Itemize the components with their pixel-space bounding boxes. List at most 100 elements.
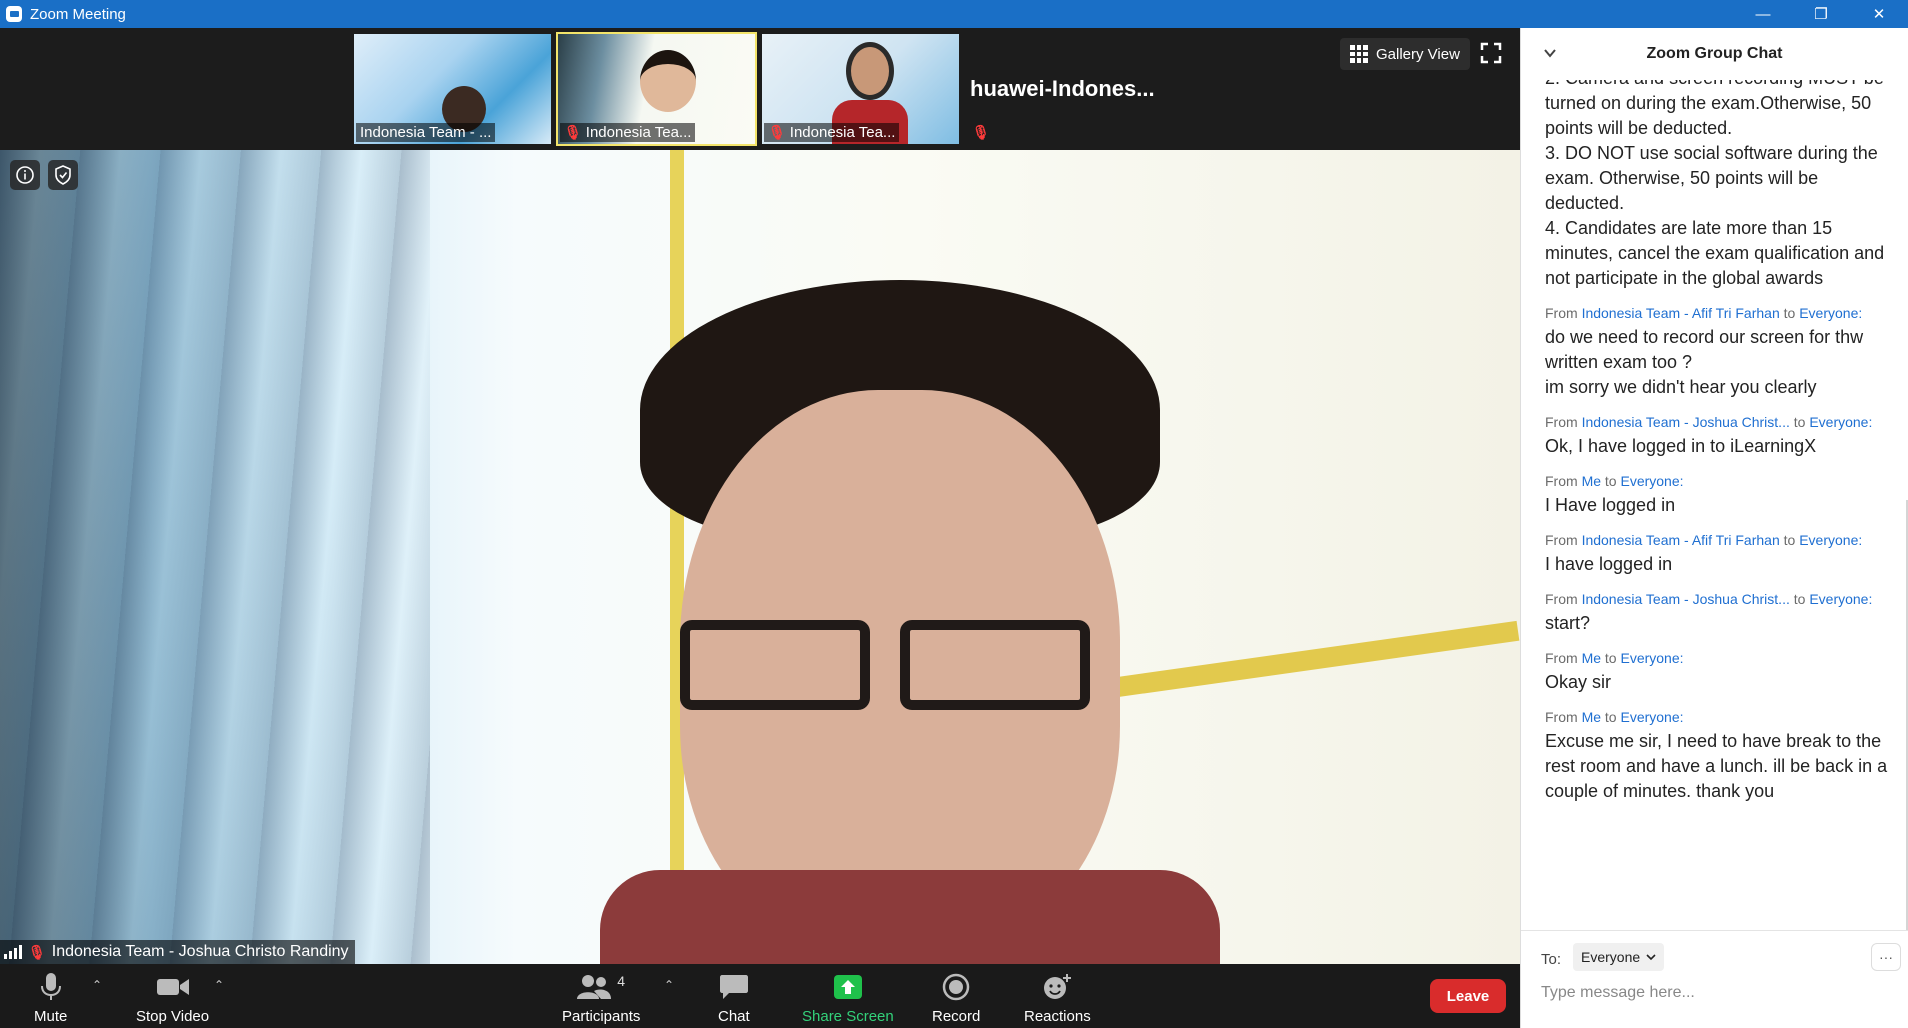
window-frame — [670, 150, 684, 964]
recipient-value: Everyone — [1581, 949, 1641, 965]
zoom-app-icon — [6, 6, 22, 22]
chat-messages[interactable]: 2. Camera and screen recording MUST be t… — [1521, 80, 1908, 930]
record-button[interactable]: Record — [932, 970, 980, 1025]
restore-button[interactable]: ❐ — [1792, 0, 1850, 28]
stop-video-button[interactable]: Stop Video — [136, 970, 209, 1025]
mic-muted-icon: 🎙︎ — [564, 124, 582, 140]
reactions-button[interactable]: Reactions — [1024, 970, 1091, 1025]
chevron-down-icon — [1646, 954, 1656, 961]
to-word: to — [1604, 650, 1617, 666]
chat-header: Zoom Group Chat — [1521, 28, 1908, 80]
title-bar: Zoom Meeting — ❐ ✕ — [0, 0, 1908, 28]
thumbnail-name: Indonesia Tea... — [789, 124, 896, 141]
participant-thumbnail[interactable]: 🎙︎ Indonesia Tea... — [760, 32, 961, 146]
record-label: Record — [932, 1008, 981, 1025]
fullscreen-icon[interactable] — [1480, 42, 1502, 64]
window-title: Zoom Meeting — [30, 5, 126, 23]
gallery-view-button[interactable]: Gallery View — [1340, 38, 1470, 70]
participants-options-caret[interactable]: ⌃ — [664, 978, 674, 992]
chat-message-meta: From Indonesia Team - Joshua Christ... t… — [1545, 589, 1889, 609]
to-label: To: — [1541, 951, 1562, 968]
speaker-name-tag: 🎙︎ Indonesia Team - Joshua Christo Randi… — [0, 940, 355, 964]
mute-label: Mute — [34, 1008, 68, 1025]
chat-message-text: Excuse me sir, I need to have break to t… — [1545, 731, 1888, 801]
chat-message: From Indonesia Team - Joshua Christ... t… — [1545, 589, 1889, 636]
chat-message: From Indonesia Team - Afif Tri Farhan to… — [1545, 303, 1889, 400]
close-window-button[interactable]: ✕ — [1850, 0, 1908, 28]
chat-message-meta: From Indonesia Team - Afif Tri Farhan to… — [1545, 530, 1889, 550]
participant-display-name: huawei-Indones... — [970, 76, 1155, 101]
chat-message-text: I Have logged in — [1545, 495, 1676, 515]
from-word: From — [1545, 473, 1578, 489]
sender-name[interactable]: Indonesia Team - Joshua Christ... — [1582, 591, 1790, 607]
chat-message-text: do we need to record our screen for thw … — [1545, 327, 1864, 397]
recipient-name: Everyone: — [1620, 473, 1684, 489]
glasses-right — [900, 620, 1090, 710]
sender-name[interactable]: Indonesia Team - Afif Tri Farhan — [1582, 305, 1780, 321]
chat-message: From Indonesia Team - Afif Tri Farhan to… — [1545, 530, 1889, 577]
more-options-button[interactable]: ··· — [1871, 943, 1901, 971]
participants-button[interactable]: 4 Participants — [562, 970, 640, 1025]
chat-bubble-icon — [719, 975, 748, 999]
sender-name[interactable]: Me — [1582, 473, 1601, 489]
recipient-name: Everyone: — [1620, 709, 1684, 725]
chat-message: From Me to Everyone: Excuse me sir, I nee… — [1545, 707, 1889, 804]
shield-icon — [55, 165, 71, 185]
chevron-down-icon[interactable] — [1543, 46, 1557, 60]
thumbnail-strip: Indonesia Team - ... 🎙︎ Indonesia Tea...… — [0, 28, 1520, 150]
audio-options-caret[interactable]: ⌃ — [92, 978, 102, 992]
video-options-caret[interactable]: ⌃ — [214, 978, 224, 992]
chat-message-meta: From Me to Everyone: — [1545, 648, 1889, 668]
chat-message-meta: From Me to Everyone: — [1545, 471, 1889, 491]
meeting-info-button[interactable] — [10, 160, 40, 190]
chat-button[interactable]: Chat — [718, 970, 750, 1025]
participant-thumbnail[interactable]: Indonesia Team - ... — [352, 32, 553, 146]
recipient-name: Everyone: — [1809, 591, 1873, 607]
chat-message: From Me to Everyone: Okay sir — [1545, 648, 1889, 695]
sender-name[interactable]: Indonesia Team - Afif Tri Farhan — [1582, 532, 1780, 548]
sender-name[interactable]: Me — [1582, 650, 1601, 666]
share-screen-label: Share Screen — [802, 1008, 894, 1025]
participants-icon — [577, 975, 612, 999]
chat-message-text: start? — [1545, 613, 1591, 633]
from-word: From — [1545, 709, 1578, 725]
chat-message: From Me to Everyone: I Have logged in — [1545, 471, 1889, 518]
participant-thumbnail-active[interactable]: 🎙︎ Indonesia Tea... — [556, 32, 757, 146]
participants-count: 4 — [617, 973, 626, 989]
gallery-view-label: Gallery View — [1376, 45, 1460, 63]
reactions-label: Reactions — [1024, 1008, 1091, 1025]
chat-label: Chat — [718, 1008, 750, 1025]
chat-panel: Zoom Group Chat 2. Camera and screen rec… — [1520, 28, 1908, 1028]
to-word: to — [1604, 709, 1617, 725]
to-word: to — [1604, 473, 1617, 489]
chat-message-text: I have logged in — [1545, 554, 1673, 574]
from-word: From — [1545, 305, 1578, 321]
chat-message: From Indonesia Team - Joshua Christ... t… — [1545, 412, 1889, 459]
from-word: From — [1545, 650, 1578, 666]
sender-name[interactable]: Indonesia Team - Joshua Christ... — [1582, 414, 1790, 430]
stop-video-label: Stop Video — [136, 1008, 210, 1025]
message-input[interactable] — [1541, 979, 1891, 1007]
mute-button[interactable]: Mute — [34, 970, 67, 1025]
from-word: From — [1545, 532, 1578, 548]
security-button[interactable] — [48, 160, 78, 190]
mic-muted-icon: 🎙︎ — [768, 124, 786, 140]
from-word: From — [1545, 591, 1578, 607]
recipient-dropdown[interactable]: Everyone — [1573, 943, 1665, 971]
smiley-plus-icon — [1044, 974, 1072, 999]
share-screen-button[interactable]: Share Screen — [802, 970, 894, 1025]
window-controls: — ❐ ✕ — [1734, 0, 1908, 28]
record-icon — [942, 973, 970, 1001]
recipient-name: Everyone: — [1799, 532, 1863, 548]
sender-name[interactable]: Me — [1582, 709, 1601, 725]
leave-meeting-button[interactable]: Leave — [1430, 979, 1506, 1013]
thumbnail-name: Indonesia Tea... — [585, 124, 692, 141]
share-screen-icon — [833, 975, 862, 999]
message-list: From Indonesia Team - Afif Tri Farhan to… — [1545, 303, 1889, 804]
participant-head — [640, 50, 696, 112]
minimize-button[interactable]: — — [1734, 0, 1792, 28]
mic-muted-icon: 🎙︎ — [972, 124, 990, 140]
participant-name-tile[interactable]: huawei-Indones... 🎙︎ — [962, 32, 1165, 146]
grid-icon — [1350, 45, 1368, 63]
mic-muted-icon: 🎙︎ — [28, 943, 46, 960]
